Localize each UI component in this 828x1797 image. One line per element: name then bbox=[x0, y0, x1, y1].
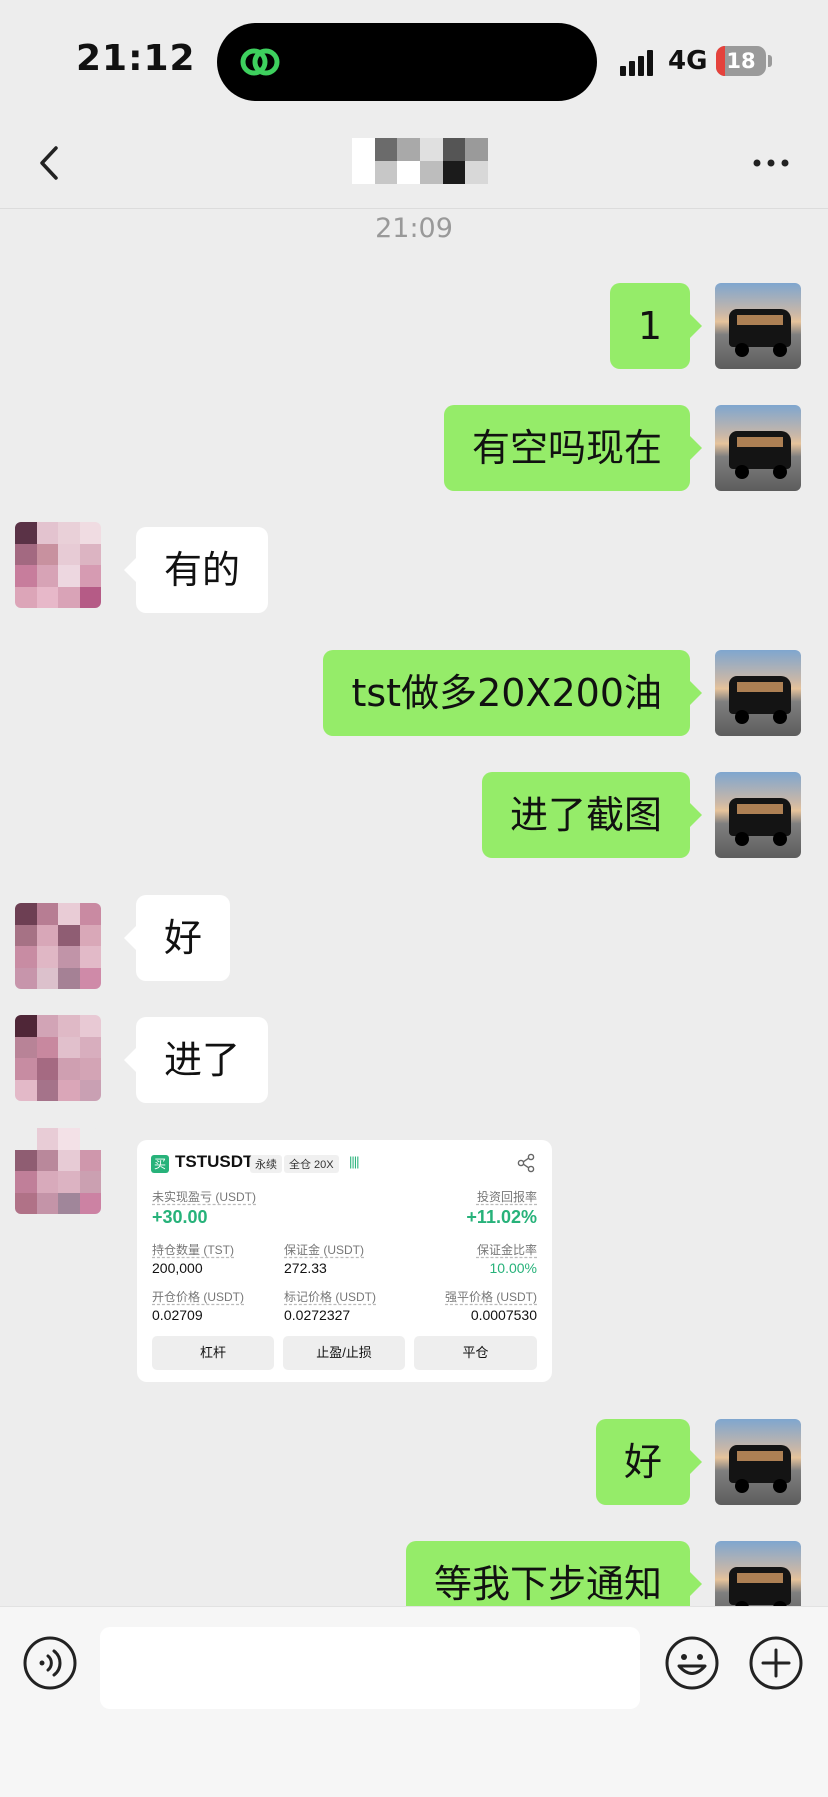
avatar-contact[interactable] bbox=[15, 1128, 101, 1214]
battery-icon: 18 bbox=[716, 46, 766, 76]
message-bubble-received[interactable]: 好 bbox=[123, 895, 231, 981]
dynamic-island bbox=[217, 23, 597, 101]
message-bubble-sent[interactable]: 有空吗现在 bbox=[443, 405, 703, 491]
voice-icon[interactable] bbox=[22, 1635, 78, 1691]
tag-perpetual: 永续 bbox=[250, 1155, 282, 1173]
message-bubble-sent[interactable]: 进了截图 bbox=[481, 772, 703, 858]
avatar-contact[interactable] bbox=[15, 522, 101, 608]
tag-margin-mode: 全仓 20X bbox=[284, 1155, 339, 1173]
emoji-icon[interactable] bbox=[664, 1635, 720, 1691]
mark-price-label: 标记价格 (USDT) bbox=[284, 1290, 376, 1304]
more-icon[interactable] bbox=[744, 136, 798, 190]
margin-value: 272.33 bbox=[284, 1260, 327, 1276]
message-timestamp: 21:09 bbox=[375, 213, 453, 244]
avatar-contact[interactable] bbox=[15, 1015, 101, 1101]
battery-tip bbox=[768, 55, 772, 67]
mark-price-value: 0.0272327 bbox=[284, 1307, 351, 1323]
message-bubble-received[interactable]: 有的 bbox=[123, 527, 269, 613]
signal-icon bbox=[620, 50, 653, 76]
message-bubble-sent[interactable]: 好 bbox=[595, 1419, 703, 1505]
battery-percent: 18 bbox=[726, 49, 756, 73]
message-input[interactable] bbox=[100, 1627, 640, 1709]
status-time: 21:12 bbox=[76, 38, 196, 79]
avatar-self[interactable] bbox=[715, 283, 801, 369]
margin-ratio-label: 保证金比率 bbox=[476, 1243, 537, 1257]
margin-ratio-value: 10.00% bbox=[489, 1260, 537, 1276]
chat-input-bar bbox=[0, 1606, 828, 1797]
roi-label: 投资回报率 bbox=[476, 1190, 537, 1204]
entry-price-label: 开仓价格 (USDT) bbox=[152, 1290, 244, 1304]
avatar-self[interactable] bbox=[715, 650, 801, 736]
avatar-self[interactable] bbox=[715, 1419, 801, 1505]
unrealized-pnl-value: +30.00 bbox=[152, 1207, 208, 1227]
avatar-contact[interactable] bbox=[15, 903, 101, 989]
chat-header bbox=[0, 120, 828, 209]
message-bubble-received[interactable]: 进了 bbox=[123, 1017, 269, 1103]
margin-label: 保证金 (USDT) bbox=[284, 1243, 364, 1257]
network-type: 4G bbox=[668, 46, 708, 76]
signal-bars: |||| bbox=[349, 1154, 359, 1169]
chat-title-redacted bbox=[352, 138, 488, 184]
unrealized-pnl-label: 未实现盈亏 (USDT) bbox=[152, 1190, 256, 1204]
position-size-value: 200,000 bbox=[152, 1260, 203, 1276]
entry-price-value: 0.02709 bbox=[152, 1307, 203, 1323]
tp-sl-button[interactable]: 止盈/止损 bbox=[283, 1336, 405, 1370]
avatar-self[interactable] bbox=[715, 772, 801, 858]
position-size-label: 持仓数量 (TST) bbox=[152, 1243, 234, 1257]
back-icon[interactable] bbox=[24, 136, 78, 190]
liq-price-label: 强平价格 (USDT) bbox=[445, 1290, 537, 1304]
share-icon[interactable] bbox=[516, 1153, 536, 1173]
roi-value: +11.02% bbox=[466, 1207, 537, 1227]
liq-price-value: 0.0007530 bbox=[470, 1307, 537, 1323]
trading-pair: TSTUSDT bbox=[175, 1152, 254, 1171]
avatar-self[interactable] bbox=[715, 405, 801, 491]
trade-screenshot-card[interactable]: 买 TSTUSDT 永续 全仓 20X |||| 未实现盈亏 (USDT) +3… bbox=[137, 1140, 552, 1382]
message-bubble-sent[interactable]: 1 bbox=[609, 283, 703, 369]
status-bar: 21:12 4G 18 bbox=[0, 0, 828, 120]
app-logo-icon bbox=[240, 48, 280, 76]
plus-icon[interactable] bbox=[748, 1635, 804, 1691]
buy-tag: 买 bbox=[151, 1155, 169, 1173]
message-bubble-sent[interactable]: tst做多20X200油 bbox=[323, 650, 702, 736]
leverage-button[interactable]: 杠杆 bbox=[152, 1336, 274, 1370]
close-position-button[interactable]: 平仓 bbox=[414, 1336, 537, 1370]
